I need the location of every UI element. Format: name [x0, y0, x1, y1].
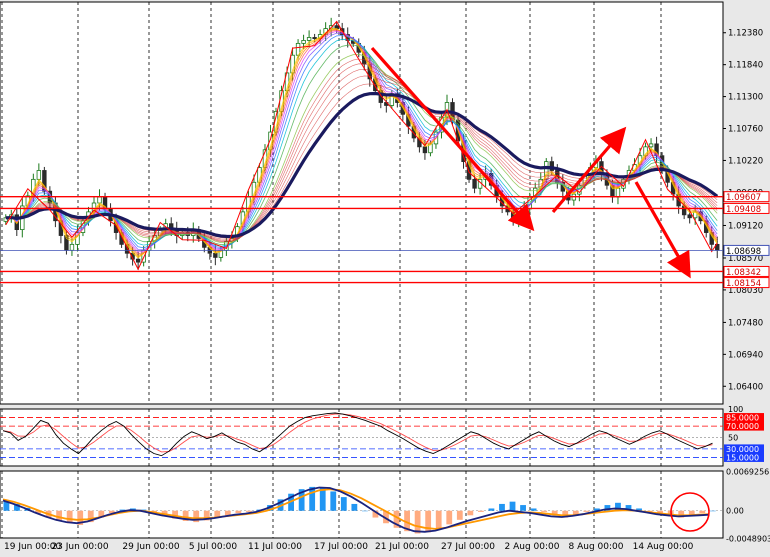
macd-histogram-bar: [224, 510, 231, 516]
candle-body: [213, 252, 218, 258]
x-tick-label: 8 Aug 00:00: [569, 542, 624, 552]
candle-body: [306, 37, 312, 41]
candle-body: [334, 25, 339, 30]
macd-tick-label: -0.0048903: [726, 535, 770, 544]
macd-panel: [0, 470, 724, 539]
osc-tick-label: 15.0000: [726, 453, 759, 462]
candle-body: [516, 217, 521, 222]
candle-body: [301, 40, 306, 44]
candle-body: [312, 37, 317, 40]
x-tick-label: 5 Jul 00:00: [189, 542, 238, 552]
macd-histogram-bar: [709, 510, 716, 512]
x-tick-label: 21 Jul 00:00: [375, 542, 429, 552]
macd-histogram-bar: [319, 488, 326, 511]
macd-histogram-bar: [309, 486, 316, 511]
macd-histogram-bar: [477, 510, 484, 512]
level-label: 1.09607: [726, 193, 761, 203]
macd-histogram-bar: [446, 510, 453, 525]
candle-body: [648, 143, 654, 148]
macd-tick-label: 0.00: [726, 507, 744, 516]
x-tick-label: 17 Jul 00:00: [314, 542, 368, 552]
macd-histogram-bar: [699, 510, 706, 514]
x-tick-label: 14 Aug 00:00: [633, 542, 694, 552]
price-panel: [0, 1, 724, 405]
candle-body: [135, 258, 141, 263]
level-label: 1.09408: [726, 205, 761, 215]
x-tick-label: 29 Jun 00:00: [122, 542, 179, 552]
macd-histogram-bar: [235, 510, 242, 514]
macd-histogram-bar: [467, 510, 474, 516]
level-label: 1.08154: [726, 279, 761, 289]
osc-tick-label: 70.0000: [726, 422, 759, 431]
macd-histogram-bar: [520, 505, 526, 511]
macd-histogram-bar: [509, 501, 516, 511]
macd-histogram-bar: [246, 510, 252, 512]
candle-body: [687, 214, 692, 219]
macd-histogram-bar: [456, 510, 463, 520]
chart-canvas: 19 Jun 00:0023 Jun 00:00 29 Jun 00:00 5 Ju…: [0, 1, 770, 552]
macd-histogram-bar: [340, 497, 347, 511]
candle-body: [422, 146, 428, 154]
x-tick-label: 11 Jul 00:00: [248, 542, 302, 552]
y-tick-label: 1.07480: [728, 318, 763, 328]
macd-histogram-bar: [530, 508, 537, 511]
x-tick-label: 2 Aug 00:00: [505, 542, 560, 552]
y-tick-label: 1.10220: [728, 156, 763, 166]
macd-histogram-bar: [435, 510, 442, 529]
level-label: 1.08342: [726, 268, 761, 278]
macd-histogram-bar: [362, 510, 368, 512]
y-tick-label: 1.11840: [728, 61, 763, 71]
candle-body: [472, 178, 477, 189]
macd-histogram-bar: [330, 491, 337, 511]
y-tick-label: 1.06940: [728, 350, 763, 360]
y-tick-label: 1.11300: [728, 93, 763, 103]
y-tick-label: 1.09120: [728, 221, 763, 231]
macd-histogram-bar: [541, 510, 548, 512]
macd-histogram-bar: [583, 510, 590, 512]
trading-chart: 19 Jun 00:00 23 Jun 00:00 29 Jun 00:00 5 Ju…: [0, 0, 770, 553]
candle-body: [615, 187, 621, 198]
level-label: 1.08698: [726, 247, 761, 257]
candle-body: [97, 196, 102, 204]
candle-body: [681, 205, 687, 216]
candle-body: [36, 170, 42, 180]
macd-histogram-bar: [414, 510, 421, 534]
macd-tick-label: 0.0069256: [726, 467, 769, 476]
x-tick-label: 23 Jun 00:00: [51, 542, 108, 552]
osc-tick-label: 50: [728, 434, 738, 443]
x-tick-label: 27 Jul 00:00: [441, 542, 495, 552]
macd-histogram-bar: [488, 508, 495, 511]
candle-body: [69, 243, 75, 251]
macd-histogram-bar: [351, 503, 358, 511]
y-tick-label: 1.12380: [728, 29, 763, 39]
y-tick-label: 1.10760: [728, 125, 763, 135]
macd-histogram-bar: [499, 503, 505, 511]
y-tick-label: 1.06400: [728, 382, 763, 392]
